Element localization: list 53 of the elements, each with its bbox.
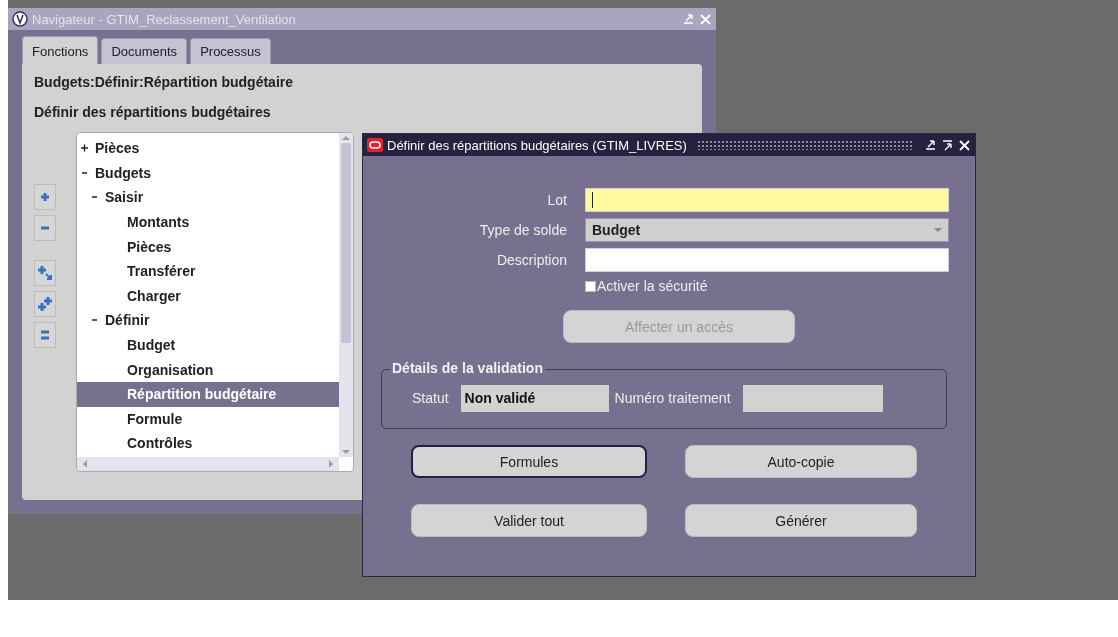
action-button[interactable]: Formules [411,445,647,478]
tree-item[interactable]: Saisir [105,189,144,206]
app-logo-icon [367,138,383,152]
scroll-up-icon[interactable] [342,133,350,143]
checkbox[interactable] [585,280,596,292]
minimize-icon[interactable] [924,138,937,152]
close-icon[interactable] [958,138,971,152]
tab[interactable]: Processus [190,38,271,64]
scroll-down-icon[interactable] [342,447,350,457]
plus-icon[interactable] [81,144,89,153]
action-button[interactable]: Valider tout [411,504,647,537]
expand-all-icon[interactable] [34,291,56,317]
window-title: Définir des répartitions budgétaires (GTIM_LIVRES) [387,137,687,153]
input-field[interactable] [585,248,949,272]
horizontal-scrollbar[interactable] [77,457,339,471]
action-button[interactable]: Auto-copie [685,445,917,478]
tree-item[interactable]: Montants [127,214,190,231]
field-label: Lot [546,192,567,208]
expand-branch-icon[interactable] [34,260,56,286]
tree-item[interactable]: Formule [127,410,183,427]
scroll-left-icon[interactable] [81,460,89,468]
field-label: Numéro traitement [614,390,731,406]
collapse-all-icon[interactable] [34,322,56,348]
tree-item[interactable]: Contrôles [127,435,193,452]
tree-item[interactable]: Budget [127,337,176,354]
window-title: Navigateur - GTIM_Reclassement_Ventilation [32,11,296,27]
status-field: Non validé [460,384,609,412]
app-logo-icon [12,11,28,27]
collapse-icon[interactable] [34,215,56,241]
dropdown-arrow-icon[interactable] [934,227,942,233]
tree-item[interactable]: Pièces [95,140,140,157]
group-legend: Détails de la validation [390,360,545,376]
function-path: Budgets:Définir:Répartition budgétaire [34,74,294,90]
field-label: Type de solde [478,222,567,238]
tree-item[interactable]: Organisation [127,361,214,378]
field-label: Statut [412,390,449,406]
tab[interactable]: Documents [101,38,188,64]
tree-item[interactable]: Pièces [127,238,172,255]
tree-item[interactable]: Budgets [95,164,151,181]
tree-item[interactable]: Charger [127,287,181,304]
maximize-icon[interactable] [941,138,954,152]
checkbox-label: Activer la sécurité [597,278,708,294]
input-field[interactable] [585,188,949,212]
scroll-right-icon[interactable] [327,460,335,468]
field-label: Description [495,252,567,268]
section-heading: Définir des répartitions budgétaires [34,104,272,120]
action-button[interactable]: Générer [685,504,917,537]
tab[interactable]: Fonctions [22,36,99,64]
vertical-scrollbar[interactable] [339,133,353,457]
dropdown[interactable]: Budget [585,218,949,242]
expand-icon[interactable] [34,184,56,210]
tree-item[interactable]: Définir [105,312,150,329]
tree-item[interactable]: Transférer [127,263,196,280]
